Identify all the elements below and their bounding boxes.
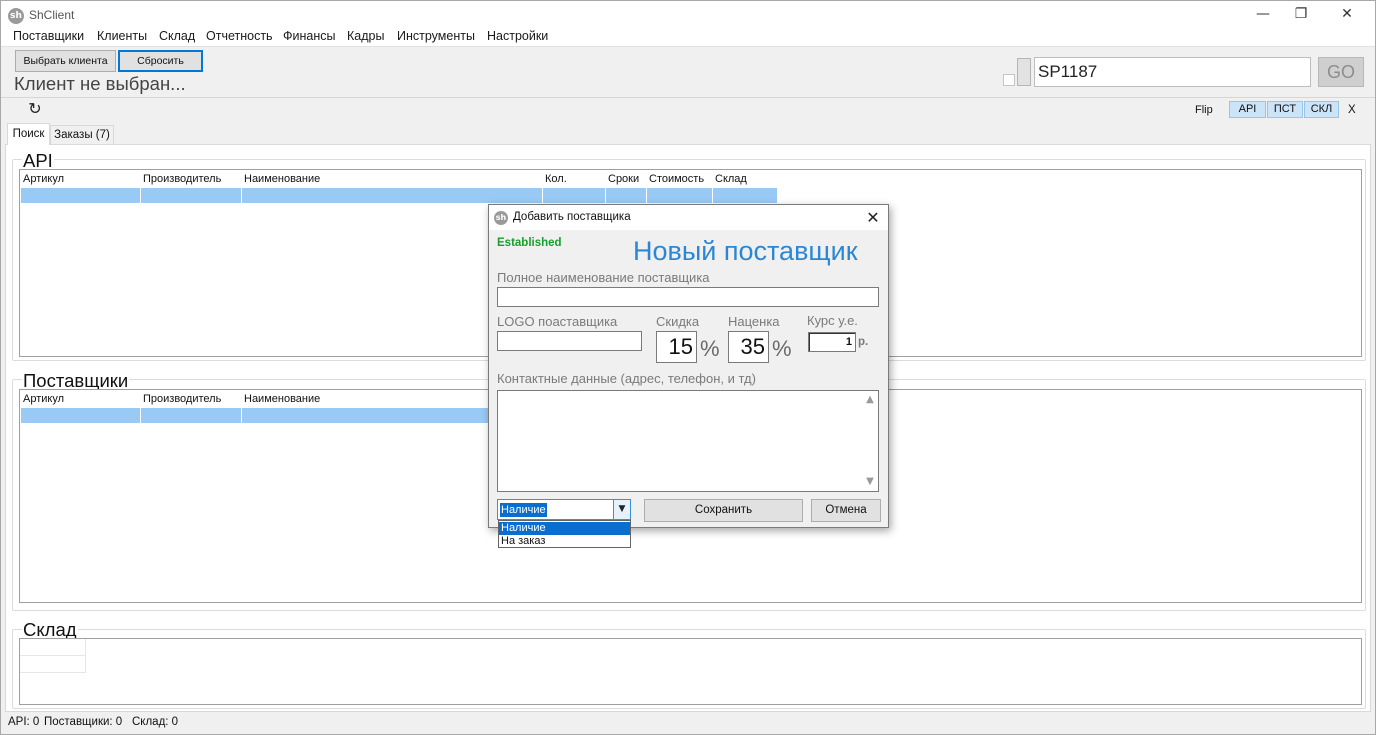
dialog-heading: Новый поставщик [633,236,858,266]
menu-staff[interactable]: Кадры [347,29,384,43]
filter-api-button[interactable]: API [1229,101,1266,118]
table-cell[interactable] [141,188,242,203]
client-status-text: Клиент не выбран... [14,73,186,94]
rate-field[interactable]: 1 [808,332,856,352]
warehouse-grid[interactable] [19,638,1362,705]
table-cell[interactable] [647,188,713,203]
tab-search[interactable]: Поиск [7,123,50,145]
status-warehouse-count: Склад: 0 [132,716,179,728]
table-cell[interactable] [141,408,242,423]
markup-label: Наценка [728,314,780,329]
availability-dropdown: Наличие На заказ [498,520,631,548]
table-cell[interactable] [242,188,543,203]
dialog-title: Добавить поставщика [513,211,631,223]
scroll-down-icon[interactable]: ▼ [862,474,878,490]
availability-select[interactable]: Наличие ▼ [497,499,631,520]
main-window: sh ShClient — ❐ ✕ Поставщики Клиенты Скл… [0,0,1376,735]
window-title: ShClient [29,8,75,22]
logo-label: LOGO поаставщика [497,314,618,329]
menu-tools[interactable]: Инструменты [397,29,475,43]
table-cell[interactable] [242,408,502,423]
menu-reports[interactable]: Отчетность [206,29,273,43]
status-bar: API: 0 Поставщики: 0 Склад: 0 [1,713,1375,734]
discount-label: Скидка [656,314,700,329]
rate-unit-label: р. [858,336,869,348]
dialog-close-icon[interactable]: ✕ [861,207,885,229]
table-cell[interactable] [713,188,778,203]
cancel-button[interactable]: Отмена [811,499,881,522]
logo-field[interactable] [497,331,642,351]
toolbar-close-button[interactable]: X [1348,104,1356,116]
close-icon[interactable]: ✕ [1325,1,1369,28]
menu-settings[interactable]: Настройки [487,29,548,43]
grid-header-article[interactable]: Артикул [21,390,66,405]
grid-header-terms[interactable]: Сроки [606,170,641,185]
save-button[interactable]: Сохранить [644,499,803,522]
discount-field[interactable]: 15 [656,331,697,363]
go-button[interactable]: GO [1318,57,1364,87]
grid-header-name[interactable]: Наименование [242,170,322,185]
table-cell[interactable] [20,639,86,656]
full-name-label: Полное наименование поставщика [497,270,710,285]
flip-button[interactable]: Flip [1195,104,1213,116]
availability-selected-value: Наличие [500,503,547,517]
status-api-count: API: 0 [8,716,40,728]
menu-warehouse[interactable]: Склад [159,29,195,43]
dialog-title-bar: sh Добавить поставщика ✕ [489,205,888,230]
reset-button[interactable]: Сбросить [118,50,203,72]
option-on-order[interactable]: На заказ [499,535,630,548]
table-row[interactable] [21,188,141,203]
grid-header-cost[interactable]: Стоимость [647,170,706,185]
grid-header-article[interactable]: Артикул [21,170,66,185]
option-toggle[interactable] [1017,58,1031,86]
filter-skl-button[interactable]: СКЛ [1304,101,1339,118]
markup-field[interactable]: 35 [728,331,769,363]
restore-icon[interactable]: ❐ [1279,1,1323,28]
chevron-down-icon[interactable]: ▼ [613,500,630,519]
app-logo-icon: sh [8,8,24,24]
menu-suppliers[interactable]: Поставщики [13,29,84,43]
status-suppliers-count: Поставщики: 0 [44,716,123,728]
menu-bar: Поставщики Клиенты Склад Отчетность Фина… [1,28,1375,47]
add-supplier-dialog: sh Добавить поставщика ✕ Established Нов… [488,204,889,548]
select-client-button[interactable]: Выбрать клиента [15,50,116,72]
title-bar: sh ShClient — ❐ ✕ [1,1,1375,28]
contacts-label: Контактные данные (адрес, телефон, и тд) [497,371,756,386]
grid-header-manufacturer[interactable]: Производитель [141,390,223,405]
grid-header-qty[interactable]: Кол. [543,170,569,185]
discount-percent-label: % [700,336,720,361]
grid-header-name[interactable]: Наименование [242,390,322,405]
grid-header-manufacturer[interactable]: Производитель [141,170,223,185]
contacts-field[interactable]: ▲ ▼ [497,390,879,492]
toolbar-divider [1,97,1375,98]
tab-orders[interactable]: Заказы (7) [50,125,114,144]
markup-percent-label: % [772,336,792,361]
scroll-up-icon[interactable]: ▲ [862,392,878,408]
menu-finance[interactable]: Финансы [283,29,335,43]
search-input[interactable]: SP1187 [1034,57,1311,87]
filter-pst-button[interactable]: ПСТ [1267,101,1303,118]
menu-clients[interactable]: Клиенты [97,29,147,43]
table-cell[interactable] [20,656,86,673]
option-checkbox[interactable] [1003,74,1015,86]
refresh-icon[interactable]: ↻ [26,100,44,118]
table-cell[interactable] [606,188,647,203]
table-row[interactable] [21,408,141,423]
rate-label: Курс у.е. [807,313,858,328]
dialog-app-icon: sh [494,211,508,225]
established-badge: Established [497,237,562,249]
option-in-stock[interactable]: Наличие [499,522,630,535]
full-name-field[interactable] [497,287,879,307]
grid-header-stock[interactable]: Склад [713,170,749,185]
table-cell[interactable] [543,188,606,203]
